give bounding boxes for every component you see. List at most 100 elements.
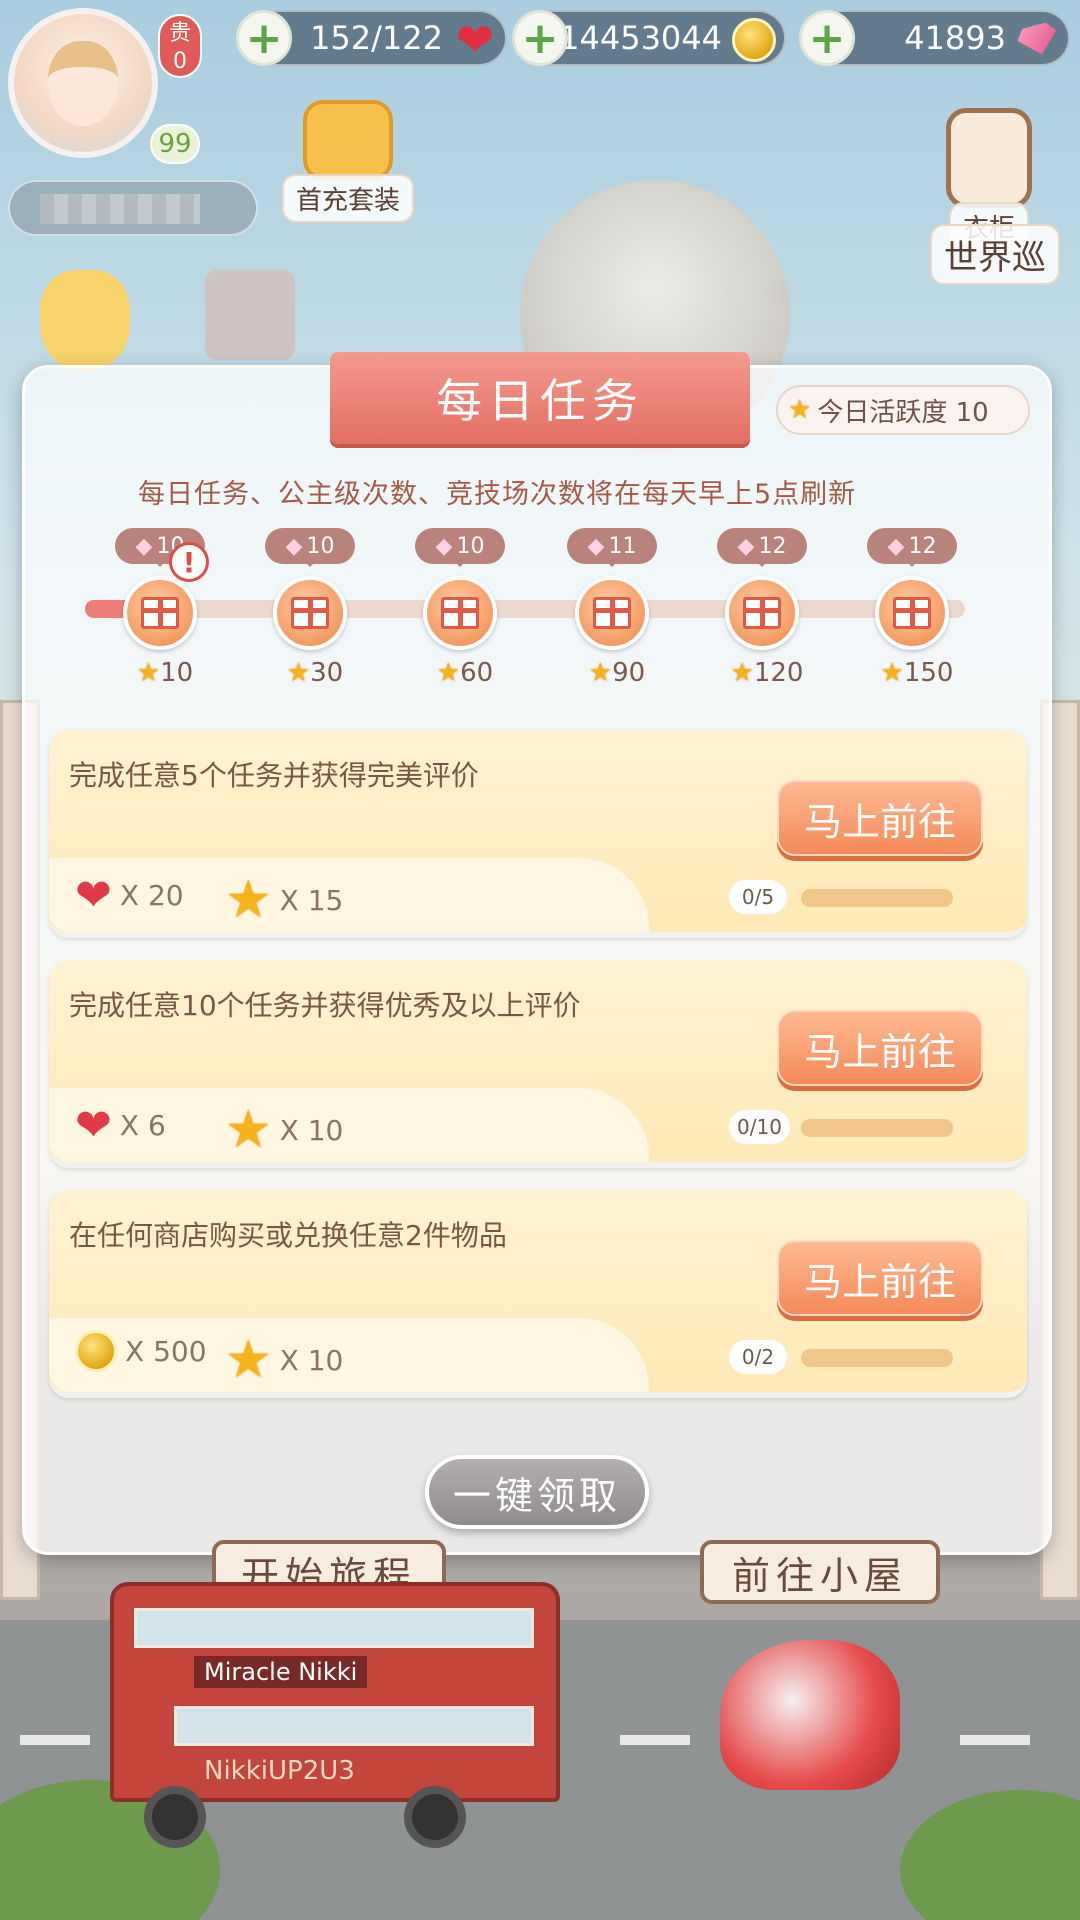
star-icon: ★ bbox=[730, 658, 754, 688]
task-title: 完成任意10个任务并获得优秀及以上评价 bbox=[69, 989, 581, 1022]
player-name-bar bbox=[8, 180, 258, 236]
activity-progress-track bbox=[85, 600, 965, 618]
bus-wheel bbox=[404, 1786, 466, 1848]
diamond-value: 41893 bbox=[904, 19, 1006, 57]
vip-label: 贵 bbox=[168, 21, 191, 46]
milestone-reward-value: 10 bbox=[306, 533, 335, 559]
task-progress-bar bbox=[801, 1119, 953, 1137]
go-house-sign[interactable]: 前往小屋 bbox=[700, 1540, 940, 1604]
activity-label: 今日活跃度 10 bbox=[817, 397, 989, 428]
task-card: 在任何商店购买或兑换任意2件物品 X 500 ★ X 10 马上前往 0/2 bbox=[49, 1190, 1027, 1398]
task-title: 在任何商店购买或兑换任意2件物品 bbox=[69, 1219, 507, 1252]
cat-guide-button[interactable] bbox=[40, 270, 130, 370]
stamina-counter: + 152/122 ❤ bbox=[236, 10, 507, 66]
task-list[interactable]: 完成任意5个任务并获得完美评价 ❤ X 20 ★ X 15 马上前往 0/5 完成任意10个任… bbox=[45, 720, 1030, 1420]
road-line bbox=[20, 1735, 90, 1745]
star-icon: ★ bbox=[788, 395, 812, 425]
go-now-button[interactable]: 马上前往 bbox=[777, 1010, 983, 1086]
coin-value: 14453044 bbox=[559, 19, 722, 57]
diamond-icon: ◆ bbox=[887, 533, 905, 559]
bus-window bbox=[174, 1706, 534, 1746]
star-icon: ★ bbox=[880, 658, 904, 688]
milestone-score-value: 60 bbox=[460, 658, 494, 688]
activity-badge: ★ 今日活跃度 10 bbox=[776, 385, 1030, 435]
milestone-reward-value: 12 bbox=[908, 533, 937, 559]
coin-icon bbox=[730, 16, 778, 64]
reward-primary: ❤ X 6 bbox=[75, 1100, 166, 1151]
diamond-icon: ◆ bbox=[587, 533, 605, 559]
shop-gift-icon bbox=[205, 270, 295, 360]
milestone-chest[interactable]: ◆ 10 ★10! bbox=[105, 528, 215, 698]
add-stamina-button[interactable]: + bbox=[236, 10, 292, 66]
gift-icon bbox=[575, 576, 649, 650]
gift-icon bbox=[273, 576, 347, 650]
diamond-icon: ◆ bbox=[435, 533, 453, 559]
star-icon: ★ bbox=[225, 1100, 272, 1160]
star-icon: ★ bbox=[436, 658, 461, 688]
player-name-blurred bbox=[40, 194, 200, 224]
union-shop-button[interactable] bbox=[205, 270, 295, 360]
reward-primary-amount: X 500 bbox=[125, 1334, 207, 1368]
milestone-score: ★30 bbox=[265, 658, 365, 688]
milestone-reward: ◆ 12 bbox=[717, 528, 807, 567]
gift-icon bbox=[725, 576, 799, 650]
reward-primary-amount: X 20 bbox=[119, 879, 184, 912]
task-progress-bar bbox=[801, 1349, 953, 1367]
milestone-reward: ◆ 11 bbox=[567, 528, 657, 567]
player-level: 99 bbox=[150, 124, 200, 164]
vip-badge[interactable]: 贵0 bbox=[158, 14, 202, 78]
vip-value: 0 bbox=[173, 49, 187, 74]
add-diamonds-button[interactable]: + bbox=[799, 10, 855, 66]
pig-icon bbox=[303, 100, 393, 180]
star-icon: ★ bbox=[225, 870, 272, 930]
double-decker-bus[interactable]: Miracle Nikki NikkiUP2U3 bbox=[110, 1582, 560, 1848]
reward-primary: ❤ X 20 bbox=[75, 870, 184, 921]
go-now-button[interactable]: 马上前往 bbox=[777, 1240, 983, 1316]
milestone-reward: ◆ 10 bbox=[415, 528, 505, 567]
lion-dance-costume bbox=[720, 1640, 900, 1790]
milestone-chest[interactable]: ◆ 10 ★60 bbox=[405, 528, 515, 698]
dialog-title: 每日任务 bbox=[330, 352, 750, 444]
diamond-icon: ◆ bbox=[135, 533, 153, 559]
task-progress-label: 0/10 bbox=[729, 1110, 790, 1144]
stamina-value: 152/122 bbox=[310, 19, 443, 57]
first-recharge-label: 首充套装 bbox=[282, 174, 415, 223]
go-now-button[interactable]: 马上前往 bbox=[777, 780, 983, 856]
road-line bbox=[960, 1735, 1030, 1745]
milestone-score-value: 90 bbox=[612, 658, 646, 688]
milestone-score: ★60 bbox=[415, 658, 515, 688]
milestone-score-value: 10 bbox=[160, 658, 194, 688]
star-icon: ★ bbox=[286, 658, 311, 688]
gift-icon bbox=[875, 576, 949, 650]
reward-activity-amount: X 10 bbox=[279, 1343, 344, 1377]
milestone-chest[interactable]: ◆ 12 ★150 bbox=[857, 528, 967, 698]
milestone-chest[interactable]: ◆ 12 ★120 bbox=[707, 528, 817, 698]
reward-activity: ★ X 15 bbox=[225, 870, 343, 930]
milestone-score-value: 150 bbox=[903, 658, 954, 688]
milestone-score-value: 120 bbox=[753, 658, 804, 688]
claim-all-button[interactable]: 一键领取 bbox=[425, 1455, 649, 1529]
gift-icon bbox=[123, 576, 197, 650]
task-card: 完成任意10个任务并获得优秀及以上评价 ❤ X 6 ★ X 10 马上前往 0/10 bbox=[49, 960, 1027, 1168]
milestone-reward: ◆ 12 bbox=[867, 528, 957, 567]
reward-activity: ★ X 10 bbox=[225, 1100, 343, 1160]
milestone-score: ★90 bbox=[567, 658, 667, 688]
task-progress-label: 0/2 bbox=[729, 1340, 787, 1374]
player-avatar[interactable] bbox=[8, 8, 158, 158]
world-tour-label: 世界巡 bbox=[930, 224, 1060, 285]
first-recharge-button[interactable]: 首充套装 bbox=[282, 100, 415, 223]
bus-wheel bbox=[144, 1786, 206, 1848]
milestone-score: ★10 bbox=[115, 658, 215, 688]
world-tour-button[interactable]: 世界巡 bbox=[930, 224, 1060, 285]
bus-banner: Miracle Nikki bbox=[194, 1656, 368, 1688]
milestone-chest[interactable]: ◆ 11 ★90 bbox=[557, 528, 667, 698]
gift-icon bbox=[423, 576, 497, 650]
reward-activity-amount: X 10 bbox=[279, 1113, 344, 1147]
milestone-chest[interactable]: ◆ 10 ★30 bbox=[255, 528, 365, 698]
add-coins-button[interactable]: + bbox=[512, 10, 568, 66]
diamond-counter: + 41893 bbox=[799, 10, 1070, 66]
star-icon: ★ bbox=[136, 658, 161, 688]
task-progress-bar bbox=[801, 889, 953, 907]
bus-logo: NikkiUP2U3 bbox=[204, 1756, 355, 1786]
milestone-score: ★150 bbox=[867, 658, 967, 688]
